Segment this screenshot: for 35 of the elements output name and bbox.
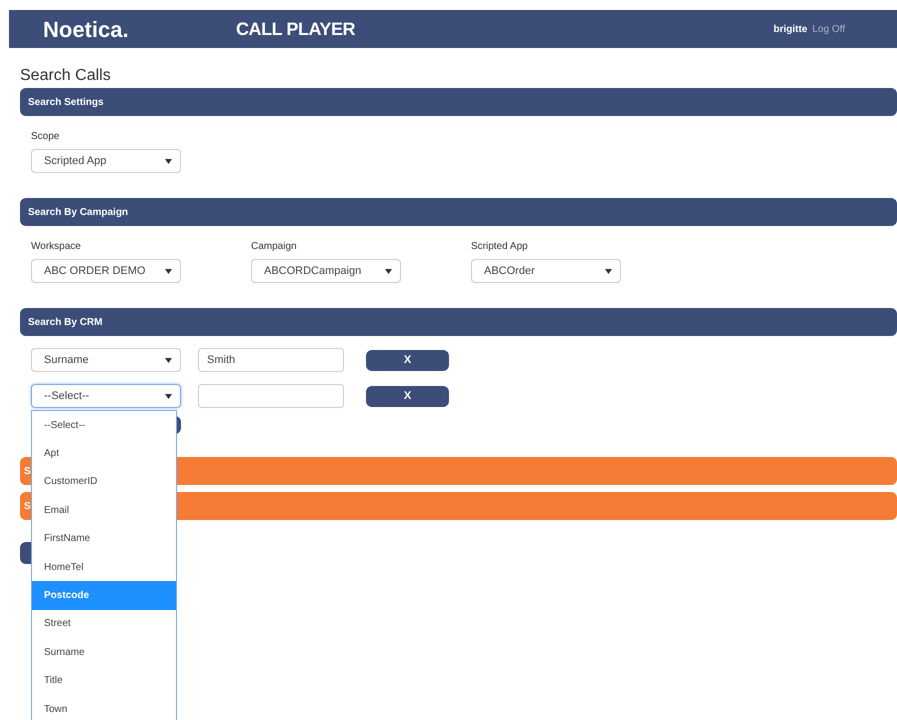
page-title: Search Calls: [20, 66, 112, 86]
dropdown-option[interactable]: --Select--: [32, 411, 176, 440]
dropdown-option[interactable]: HomeTel: [32, 552, 176, 582]
remove-button[interactable]: X: [366, 350, 449, 370]
logo: Noetica.: [43, 16, 130, 44]
dropdown-option[interactable]: Street: [32, 610, 176, 638]
section-header: Search Settings: [20, 88, 897, 116]
select-field[interactable]: ABCOrder: [471, 259, 621, 283]
field-label: Scope: [31, 130, 60, 144]
dropdown-option[interactable]: FirstName: [32, 524, 176, 553]
select-field[interactable]: --Select--: [31, 384, 181, 408]
field-label: Campaign: [251, 240, 298, 254]
field-label: Workspace: [31, 240, 82, 254]
select-field[interactable]: Surname: [31, 348, 181, 372]
select-field[interactable]: ABCORDCampaign: [251, 259, 401, 283]
caret-icon: [165, 394, 172, 398]
caret-icon: [165, 358, 172, 362]
field-label: Scripted App: [471, 240, 529, 254]
caret-icon: [165, 158, 172, 164]
caret-icon: [165, 268, 172, 274]
log-off-link[interactable]: Log Off: [812, 22, 845, 36]
username: brigitte: [773, 22, 808, 36]
dropdown-option[interactable]: Surname: [32, 638, 176, 667]
app-title: CALL PLAYER: [236, 18, 356, 40]
caret-icon: [605, 268, 612, 274]
remove-button[interactable]: X: [366, 386, 449, 406]
caret-icon: [385, 268, 392, 274]
select-field[interactable]: Scripted App: [31, 149, 181, 173]
input-field[interactable]: Smith: [198, 348, 344, 372]
dropdown-option[interactable]: Title: [32, 666, 176, 695]
select-field[interactable]: ABC ORDER DEMO: [31, 259, 181, 283]
dropdown-option[interactable]: Town: [32, 694, 176, 720]
section-header: Search By Campaign: [20, 198, 897, 226]
section-header: Search By CRM: [20, 308, 897, 336]
input-field[interactable]: [198, 384, 344, 408]
